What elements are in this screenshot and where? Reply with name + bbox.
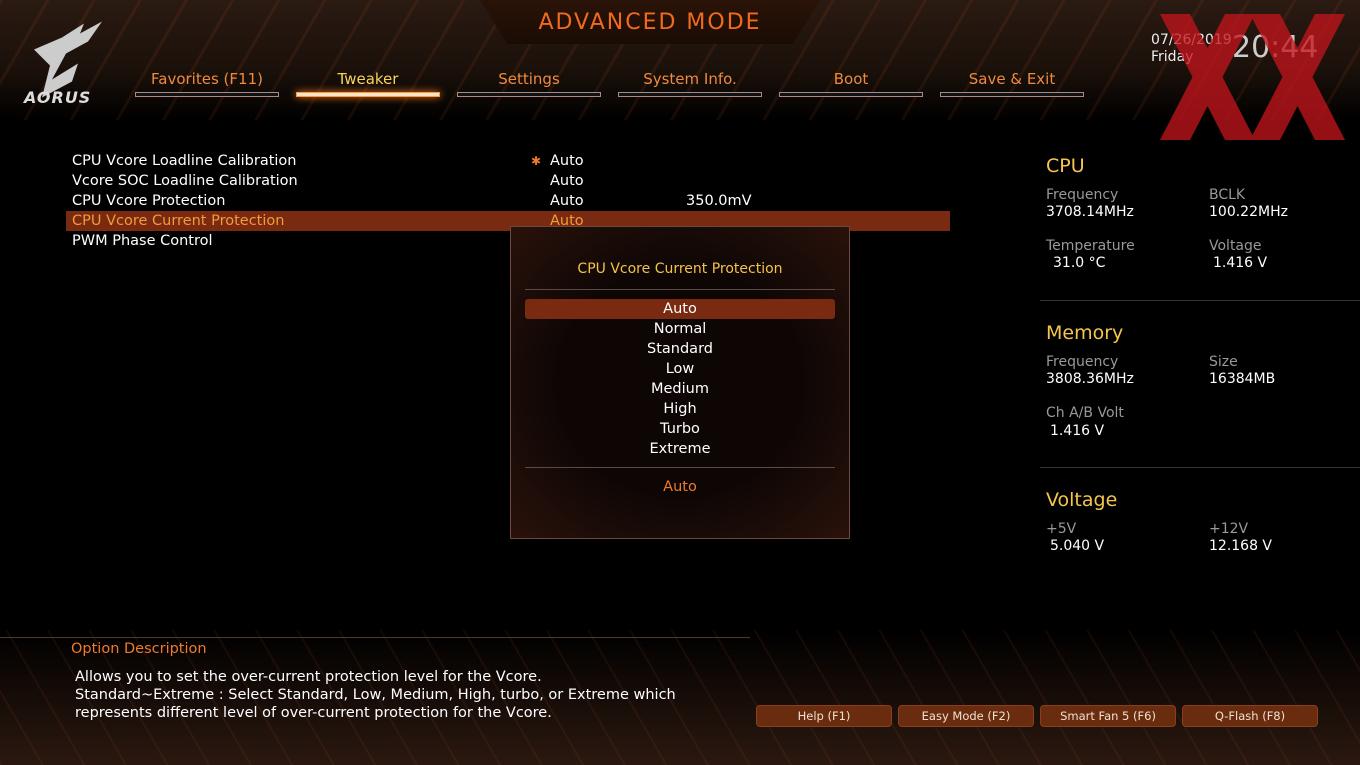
5v-value: 5.040 V [1050,538,1105,554]
tab-system-info[interactable]: System Info. [618,70,762,97]
tab-underline [457,92,601,97]
12v-value: 12.168 V [1209,538,1273,554]
setting-label: CPU Vcore Current Protection [72,213,285,229]
tab-label: System Info. [643,70,737,88]
popup-option[interactable]: Normal [525,319,835,339]
setting-row[interactable]: CPU Vcore Protection Auto 350.0mV [66,191,950,211]
tab-favorites-f11[interactable]: Favorites (F11) [135,70,279,97]
setting-label: Vcore SOC Loadline Calibration [72,173,298,189]
setting-label: CPU Vcore Protection [72,193,226,209]
popup-title: CPU Vcore Current Protection [577,261,783,277]
setting-label: CPU Vcore Loadline Calibration [72,153,297,169]
setting-extra-value: 350.0mV [686,193,752,209]
setting-label: PWM Phase Control [72,233,213,249]
popup-option[interactable]: Low [525,359,835,379]
chab-volt-label: Ch A/B Volt [1046,405,1124,421]
description-line: Allows you to set the over-current prote… [75,669,542,685]
divider [1040,467,1360,468]
xx-watermark-logo [1160,14,1345,140]
divider [525,467,835,468]
tab-label: Settings [498,70,560,88]
tab-underline [135,92,279,97]
page-title: ADVANCED MODE [480,0,820,44]
tab-label: Favorites (F11) [151,70,263,88]
divider [525,289,835,290]
divider [0,637,750,638]
tab-underline [940,92,1084,97]
aorus-logo-text: AORUS [24,88,92,107]
tab-underline [296,92,440,97]
tab-label: Boot [833,70,869,88]
cpu-temp-label: Temperature [1046,238,1135,254]
cpu-voltage-label: Voltage [1209,238,1262,254]
popup-option[interactable]: Standard [525,339,835,359]
tab-label: Save & Exit [968,70,1056,88]
description-line: represents different level of over-curre… [75,705,552,721]
12v-label: +12V [1209,521,1249,537]
tab-boot[interactable]: Boot [779,70,923,97]
setting-value[interactable]: Auto [550,191,584,211]
tab-underline [618,92,762,97]
tab-settings[interactable]: Settings [457,70,601,97]
popup-current-value: Auto [663,479,697,495]
tab-underline [779,92,923,97]
setting-row[interactable]: Vcore SOC Loadline Calibration Auto [66,171,950,191]
cpu-frequency: 3708.14MHz [1046,204,1134,220]
popup-option[interactable]: High [525,399,835,419]
setting-row[interactable]: CPU Vcore Loadline Calibration ✱ Auto [66,151,950,171]
5v-label: +5V [1046,521,1077,537]
memory-frequency: 3808.36MHz [1046,371,1134,387]
popup-option[interactable]: Extreme [525,439,835,459]
setting-value[interactable]: Auto [550,171,584,191]
memory-size: 16384MB [1209,371,1276,387]
cpu-voltage: 1.416 V [1213,255,1268,271]
divider [1040,300,1360,301]
option-description-heading: Option Description [71,641,207,657]
tab-tweaker[interactable]: Tweaker [296,70,440,97]
footer-button-help-f1[interactable]: Help (F1) [756,705,892,727]
tab-save-exit[interactable]: Save & Exit [940,70,1084,97]
bclk: 100.22MHz [1209,204,1288,220]
footer-button-easy-mode-f2[interactable]: Easy Mode (F2) [898,705,1034,727]
option-popup: CPU Vcore Current Protection Auto Normal S… [510,226,850,539]
setting-value[interactable]: Auto [550,151,584,171]
popup-option[interactable]: Medium [525,379,835,399]
cpu-heading: CPU [1046,155,1085,177]
bclk-label: BCLK [1209,187,1246,203]
chab-volt: 1.416 V [1050,423,1105,439]
footer-button-q-flash-f8[interactable]: Q-Flash (F8) [1182,705,1318,727]
tab-label: Tweaker [337,70,399,88]
popup-option[interactable]: Turbo [525,419,835,439]
memory-size-label: Size [1209,354,1238,370]
option-description: Allows you to set the over-current prote… [75,668,725,722]
description-line: Standard~Extreme : Select Standard, Low,… [75,687,676,703]
cpu-frequency-label: Frequency [1046,187,1119,203]
popup-option[interactable]: Auto [525,299,835,319]
memory-frequency-label: Frequency [1046,354,1119,370]
star-icon: ✱ [531,154,542,168]
voltage-heading: Voltage [1046,489,1118,511]
cpu-temp: 31.0 °C [1053,255,1106,271]
memory-heading: Memory [1046,322,1124,344]
footer-button-smart-fan-5-f6[interactable]: Smart Fan 5 (F6) [1040,705,1176,727]
